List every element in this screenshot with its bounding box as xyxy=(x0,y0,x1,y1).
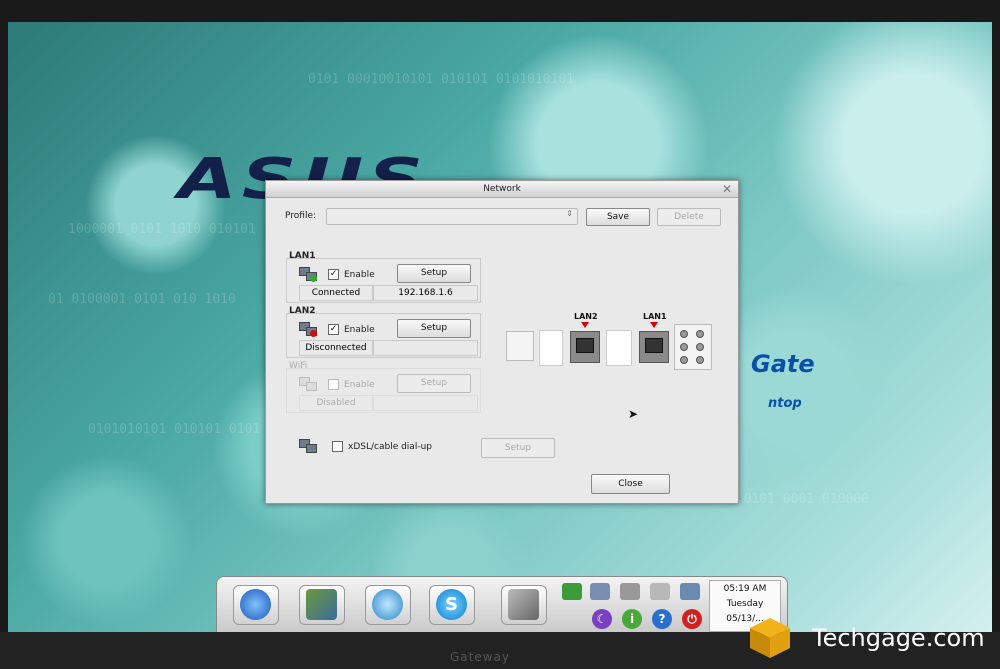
lan1-setup-button[interactable]: Setup xyxy=(397,264,471,283)
wifi-setup-button[interactable]: Setup xyxy=(397,374,471,393)
port-slot xyxy=(606,330,632,366)
lan1-ip-address: 192.168.1.6 xyxy=(373,285,478,301)
profile-label: Profile: xyxy=(285,211,317,221)
save-button[interactable]: Save xyxy=(586,208,650,226)
help-icon[interactable]: ? xyxy=(652,609,672,629)
panel-lan2-label: LAN2 xyxy=(574,312,598,321)
lan1-status: Connected xyxy=(299,285,373,301)
wifi-enable-checkbox[interactable] xyxy=(328,379,339,390)
port-slot xyxy=(539,330,563,366)
keyboard-icon[interactable] xyxy=(650,583,670,600)
xdsl-label: xDSL/cable dial-up xyxy=(348,442,432,452)
wifi-network-icon xyxy=(299,377,317,391)
dock-app-photos[interactable] xyxy=(299,585,345,625)
techgage-cube-icon xyxy=(750,618,790,658)
usb-port-icon xyxy=(506,331,534,361)
wifi-enable-label: Enable xyxy=(344,380,375,390)
lan2-enable-label: Enable xyxy=(344,325,375,335)
lan2-enable-checkbox[interactable]: ✓ xyxy=(328,324,339,335)
settings-icon xyxy=(508,589,539,620)
lan2-ip-address xyxy=(373,340,478,356)
moon-icon[interactable]: ☾ xyxy=(592,609,612,629)
desktop-brand-subtext: ntop xyxy=(768,396,802,411)
profile-select[interactable]: ⇕ xyxy=(326,208,578,225)
watermark-text: Techgage.com xyxy=(812,624,985,652)
gate-logo-text: Gate xyxy=(751,350,815,378)
spinner-icon: ⇕ xyxy=(566,209,573,218)
network-tray-icon[interactable] xyxy=(590,583,610,600)
xdsl-network-icon xyxy=(299,439,317,453)
monitor-brand-label: Gateway xyxy=(450,650,511,664)
dock-app-messenger[interactable] xyxy=(365,585,411,625)
wifi-ip-address xyxy=(373,395,478,411)
clock-time: 05:19 AM xyxy=(723,584,767,594)
delete-button[interactable]: Delete xyxy=(657,208,721,226)
photos-icon xyxy=(306,589,337,620)
browser-icon xyxy=(240,589,271,620)
dock-app-browser[interactable] xyxy=(233,585,279,625)
lan2-arrow-icon xyxy=(581,322,589,328)
panel-lan1-label: LAN1 xyxy=(643,312,667,321)
close-icon[interactable]: ✕ xyxy=(720,181,734,197)
xdsl-checkbox[interactable] xyxy=(332,441,343,452)
network-dialog: Network ✕ Profile: ⇕ Save Delete LAN1 ✓ … xyxy=(265,180,739,504)
xdsl-setup-button[interactable]: Setup xyxy=(481,438,555,458)
download-icon[interactable] xyxy=(562,583,582,600)
info-icon[interactable]: i xyxy=(622,609,642,629)
dock-app-skype[interactable]: S xyxy=(429,585,475,625)
disc-icon[interactable] xyxy=(620,583,640,600)
lan1-port-icon xyxy=(639,331,669,363)
close-button[interactable]: Close xyxy=(591,474,670,494)
clock-day: Tuesday xyxy=(726,599,764,609)
lan1-network-icon xyxy=(299,267,317,282)
dock-app-settings[interactable] xyxy=(501,585,547,625)
techgage-watermark: Techgage.com xyxy=(748,612,1000,664)
printer-icon[interactable] xyxy=(680,583,700,600)
lan2-setup-button[interactable]: Setup xyxy=(397,319,471,338)
lan2-status: Disconnected xyxy=(299,340,373,356)
lan2-port-icon xyxy=(570,331,600,363)
lan1-enable-checkbox[interactable]: ✓ xyxy=(328,269,339,280)
lan1-enable-label: Enable xyxy=(344,270,375,280)
audio-jacks-icon xyxy=(674,324,712,370)
lan1-arrow-icon xyxy=(650,322,658,328)
power-icon[interactable]: ⏻ xyxy=(682,609,702,629)
wifi-status: Disabled xyxy=(299,395,373,411)
back-panel-diagram: LAN2 LAN1 xyxy=(506,312,712,374)
messenger-icon xyxy=(372,589,403,620)
dock-taskbar: S ☾ i ? ⏻ 05:19 AM Tuesday 05/13/... xyxy=(216,576,788,634)
lan2-network-icon xyxy=(299,322,317,337)
dialog-title: Network xyxy=(483,184,521,194)
dialog-titlebar: Network ✕ xyxy=(266,181,738,198)
mouse-cursor-icon: ➤ xyxy=(628,407,639,421)
skype-icon: S xyxy=(436,589,467,620)
